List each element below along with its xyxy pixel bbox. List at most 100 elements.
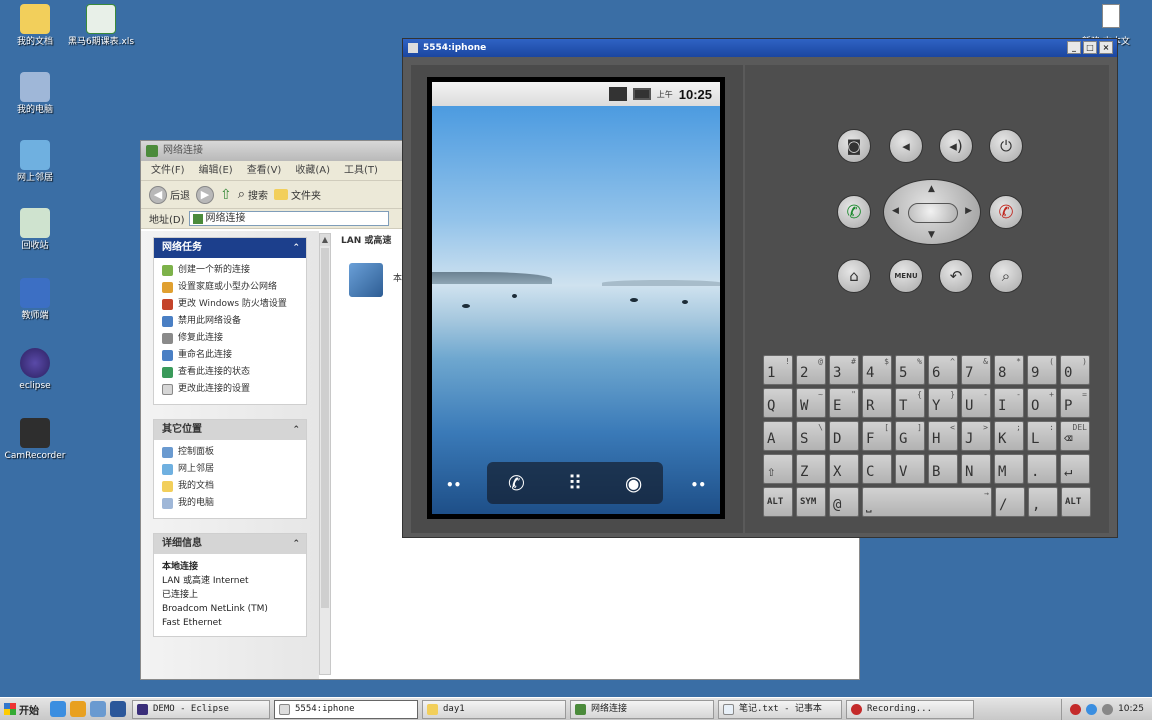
key-button[interactable]: X [829, 454, 859, 484]
key-button[interactable]: 2 @ [796, 355, 826, 385]
desktop-icon-camrecorder[interactable]: CamRecorder [0, 418, 70, 462]
taskbar-item-notepad[interactable]: 笔记.txt - 记事本 [718, 699, 842, 719]
desktop-icon-eclipse[interactable]: eclipse [0, 348, 70, 392]
back-button[interactable]: ↶ [939, 259, 973, 293]
task-item[interactable]: 禁用此网络设备 [162, 313, 300, 330]
volume-down-button[interactable]: ◂ [889, 129, 923, 163]
task-item[interactable]: 重命名此连接 [162, 347, 300, 364]
collapse-chevron-icon[interactable]: ⌃ [292, 534, 300, 554]
key-button[interactable]: M [994, 454, 1024, 484]
collapse-chevron-icon[interactable]: ⌃ [292, 238, 300, 258]
task-item[interactable]: 查看此连接的状态 [162, 364, 300, 381]
end-call-button[interactable]: ✆ [989, 195, 1023, 229]
minimize-button[interactable]: _ [1067, 41, 1081, 54]
key-button[interactable]: E " [829, 388, 859, 418]
menu-edit[interactable]: 编辑(E) [199, 161, 233, 180]
home-wallpaper[interactable]: •• •• ✆ ⠿ ◉ [432, 106, 720, 514]
home-button[interactable]: ⌂ [837, 259, 871, 293]
key-button[interactable]: H < [928, 421, 958, 451]
key-button[interactable]: 8 * [994, 355, 1024, 385]
app-drawer-icon[interactable]: ⠿ [553, 465, 597, 501]
search-button[interactable]: ⌕ [989, 259, 1023, 293]
key-button[interactable]: S \ [796, 421, 826, 451]
key-button[interactable]: Q [763, 388, 793, 418]
phone-icon[interactable]: ✆ [494, 465, 538, 501]
key-button[interactable]: V [895, 454, 925, 484]
key-button[interactable]: R [862, 388, 892, 418]
place-item[interactable]: 控制面板 [162, 444, 300, 461]
desktop-icon-recycle-bin[interactable]: 回收站 [0, 208, 70, 252]
up-button[interactable]: ⇧ [220, 187, 232, 203]
network-tray-icon[interactable] [1086, 703, 1098, 715]
menu-view[interactable]: 查看(V) [247, 161, 282, 180]
task-item[interactable]: 设置家庭或小型办公网络 [162, 279, 300, 296]
close-button[interactable]: × [1099, 41, 1113, 54]
place-item[interactable]: 我的电脑 [162, 495, 300, 512]
taskbar-item-recording[interactable]: Recording... [846, 699, 974, 719]
antivirus-icon[interactable] [1070, 703, 1082, 715]
key-button[interactable]: 6 ^ [928, 355, 958, 385]
key-button[interactable]: ↵ [1060, 454, 1090, 484]
key-button[interactable]: SYM [796, 487, 826, 517]
key-button[interactable]: 3 # [829, 355, 859, 385]
key-button[interactable]: G] [895, 421, 925, 451]
media-icon[interactable] [70, 701, 86, 717]
volume-up-button[interactable]: ◂) [939, 129, 973, 163]
browser-icon[interactable] [50, 701, 66, 717]
key-button[interactable]: P = [1060, 388, 1090, 418]
menu-favorites[interactable]: 收藏(A) [295, 161, 330, 180]
search-button[interactable]: ⌕ 搜索 [238, 187, 268, 202]
desktop-icon-schedule-xls[interactable]: 黑马6期课表.xls [66, 4, 136, 48]
dpad-up-icon[interactable]: ▲ [928, 184, 935, 194]
key-button[interactable]: ALT [1061, 487, 1091, 517]
key-button[interactable]: N [961, 454, 991, 484]
page-indicator-left[interactable]: •• [446, 478, 461, 492]
key-button[interactable]: D [829, 421, 859, 451]
menu-button[interactable]: MENU [889, 259, 923, 293]
forward-button[interactable]: ▶ [196, 185, 214, 204]
task-item[interactable]: 修复此连接 [162, 330, 300, 347]
key-button[interactable]: T{ [895, 388, 925, 418]
key-button[interactable]: 7 & [961, 355, 991, 385]
taskbar-item-day1[interactable]: day1 [422, 699, 566, 719]
key-button[interactable]: W ~ [796, 388, 826, 418]
menu-tools[interactable]: 工具(T) [344, 161, 378, 180]
key-button[interactable]: @ [829, 487, 859, 517]
task-item[interactable]: 更改 Windows 防火墙设置 [162, 296, 300, 313]
key-button[interactable]: 5% [895, 355, 925, 385]
key-button[interactable]: ⌫ DEL [1060, 421, 1090, 451]
dpad-down-icon[interactable]: ▼ [928, 230, 935, 240]
key-button[interactable]: I- [994, 388, 1024, 418]
taskbar-item-emulator[interactable]: 5554:iphone [274, 699, 418, 719]
key-button[interactable]: ⎵ → [862, 487, 992, 517]
key-button[interactable]: , [1028, 487, 1058, 517]
call-button[interactable]: ✆ [837, 195, 871, 229]
group-header[interactable]: 网络任务 ⌃ [154, 238, 306, 258]
key-button[interactable]: 0) [1060, 355, 1090, 385]
dpad-left-icon[interactable]: ◀ [892, 206, 899, 216]
key-button[interactable]: A [763, 421, 793, 451]
key-button[interactable]: 4 $ [862, 355, 892, 385]
emulator-titlebar[interactable]: 5554:iphone _ □ × [403, 39, 1117, 57]
task-item[interactable]: 更改此连接的设置 [162, 381, 300, 398]
taskbar-item-network[interactable]: 网络连接 [570, 699, 714, 719]
place-item[interactable]: 我的文档 [162, 478, 300, 495]
place-item[interactable]: 网上邻居 [162, 461, 300, 478]
collapse-chevron-icon[interactable]: ⌃ [292, 420, 300, 440]
key-button[interactable]: L: [1027, 421, 1057, 451]
key-button[interactable]: / [995, 487, 1025, 517]
menu-file[interactable]: 文件(F) [151, 161, 185, 180]
desktop-icon-network-places[interactable]: 网上邻居 [0, 140, 70, 184]
key-button[interactable]: K; [994, 421, 1024, 451]
key-button[interactable]: Z [796, 454, 826, 484]
scroll-up-icon[interactable]: ▲ [320, 234, 330, 246]
page-indicator-right[interactable]: •• [691, 478, 706, 492]
group-header[interactable]: 其它位置 ⌃ [154, 420, 306, 440]
key-button[interactable]: Y} [928, 388, 958, 418]
power-button[interactable]: ⏻ [989, 129, 1023, 163]
key-button[interactable]: B [928, 454, 958, 484]
group-header[interactable]: 详细信息 ⌃ [154, 534, 306, 554]
desktop-icon-my-computer[interactable]: 我的电脑 [0, 72, 70, 116]
key-button[interactable]: O + [1027, 388, 1057, 418]
key-button[interactable]: ⇧ [763, 454, 793, 484]
